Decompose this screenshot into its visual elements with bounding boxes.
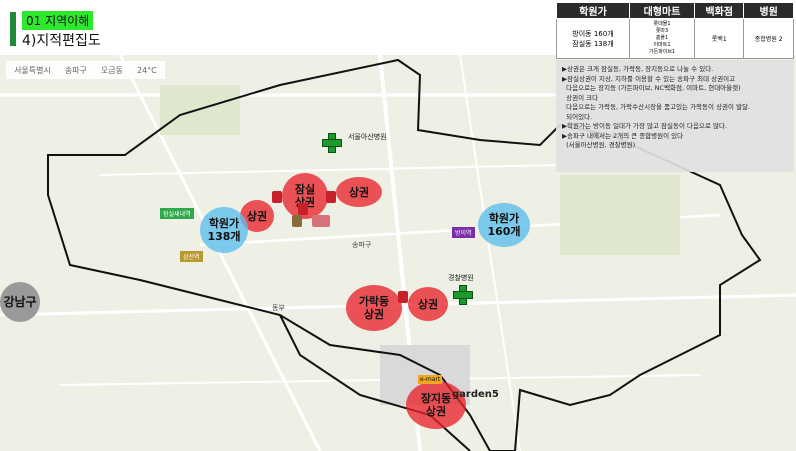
commercial-zone-garak[interactable]: 가락동 상권 (346, 285, 402, 331)
table-header: 병원 (743, 2, 794, 19)
mart-icon (398, 291, 408, 303)
district-gangnam: 강남구 (0, 282, 40, 322)
table-header: 학원가 (556, 2, 630, 19)
district-label-songpa: 송파구 (352, 241, 372, 249)
table-cell: 방이동 160개 잠실동 138개 (556, 18, 630, 59)
note-item: ▶잠실상권이 지상, 지하를 이용할 수 있는 송파구 최대 상권이고 다음으로… (562, 74, 751, 121)
note-item: ▶송파구 내에서는 2개의 큰 종합병원이 있다 (서울아산병원, 경찰병원) (562, 131, 684, 150)
note-item: ▶학원가는 방이동 일대가 가장 많고 잠실동이 다음으로 많다. (562, 122, 728, 130)
info-table: 학원가 대형마트 백화점 병원 방이동 160개 잠실동 138개 롯데몰1 롯… (556, 2, 794, 59)
hospital-cross-icon (322, 133, 342, 153)
district-label-dongbu: 동부 (272, 304, 285, 312)
location-dong: 오금동 (100, 65, 123, 75)
commercial-zone-jamsil-right[interactable]: 상권 (336, 177, 382, 207)
academy-zone-bangi[interactable]: 학원가 160개 (478, 203, 530, 247)
mart-icon (272, 191, 282, 203)
station-jamsilnaru[interactable]: 잠실새내역 (160, 208, 194, 219)
mart-icon (298, 203, 308, 215)
notes-panel: ▶상권은 크게 잠실동, 가락동, 장지동으로 나눌 수 있다. ▶잠실상권이 … (556, 60, 794, 172)
station-bangi[interactable]: 방이역 (452, 227, 475, 238)
station-samjeon[interactable]: 삼전역 (180, 251, 203, 262)
commercial-zone-garak-right[interactable]: 상권 (408, 287, 448, 321)
location-city: 서울특별시 (14, 65, 51, 75)
table-row: 방이동 160개 잠실동 138개 롯데몰1 롯마3 홈플1 이마트1 가든파이… (556, 18, 794, 59)
lotte-tower-icon (312, 215, 330, 227)
weather-temp: 24°C (137, 65, 157, 75)
section-tag: 01 지역이해 (22, 11, 94, 30)
mart-icon (326, 191, 336, 203)
hospital-label-police: 경찰병원 (448, 274, 474, 282)
accent-bar (10, 12, 16, 46)
table-cell: 롯백1 (694, 18, 745, 59)
table-cell: 롯데몰1 롯마3 홈플1 이마트1 가든파이브1 (628, 18, 696, 59)
table-header: 대형마트 (628, 2, 696, 19)
emart-logo: e-mart (418, 375, 443, 384)
garden5-logo: garden5 (452, 389, 499, 400)
department-store-icon (292, 215, 302, 227)
table-cell: 종합병원 2 (743, 18, 794, 59)
page-title: 4)지적편집도 (22, 33, 101, 49)
hospital-cross-icon (453, 285, 473, 305)
note-item: ▶상권은 크게 잠실동, 가락동, 장지동으로 나눌 수 있다. (562, 65, 714, 73)
table-header: 백화점 (694, 2, 745, 19)
location-district: 송파구 (64, 65, 87, 75)
map-location-bar: 서울특별시 송파구 오금동 24°C (6, 61, 165, 79)
academy-zone-jamsil[interactable]: 학원가 138개 (200, 207, 248, 253)
hospital-label-asan: 서울아산병원 (348, 133, 387, 141)
